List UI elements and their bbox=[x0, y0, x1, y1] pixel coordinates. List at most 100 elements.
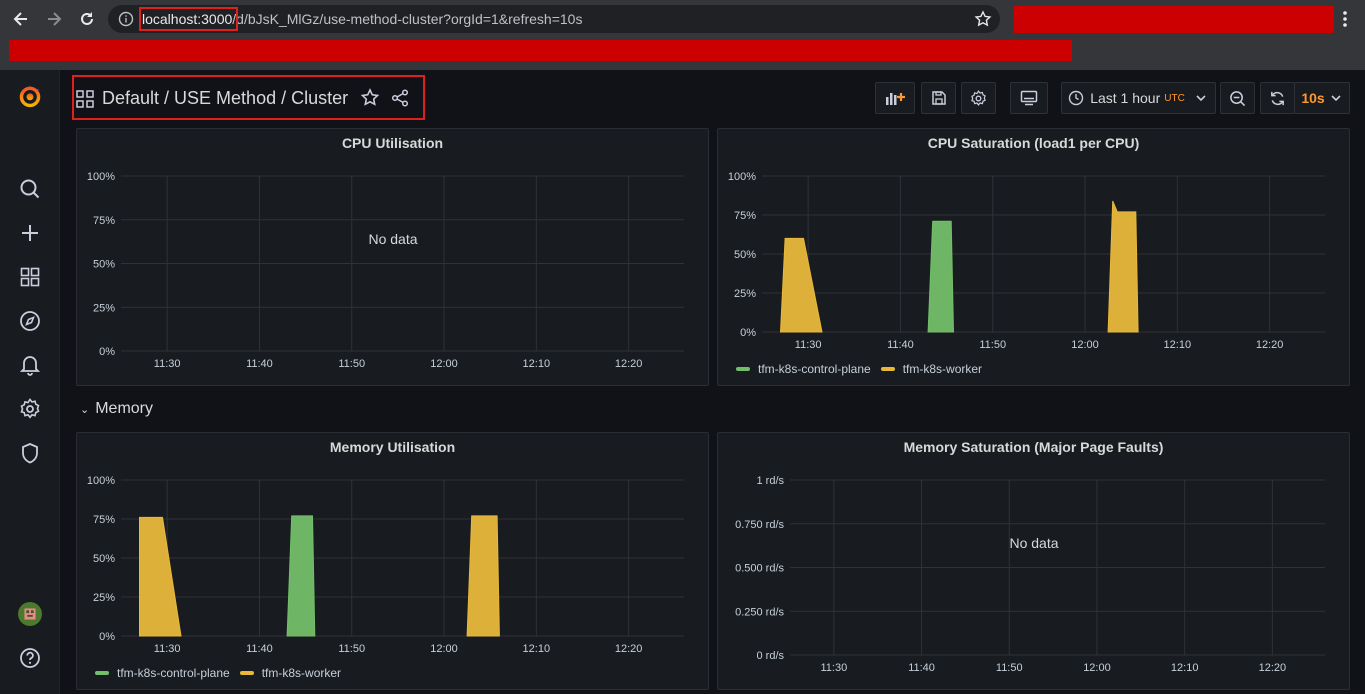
gear-icon bbox=[20, 398, 40, 419]
x-tick-label: 12:20 bbox=[1256, 339, 1284, 351]
y-tick-label: 100% bbox=[87, 171, 115, 183]
x-tick-label: 12:20 bbox=[1259, 662, 1287, 674]
x-tick-label: 11:30 bbox=[154, 643, 181, 655]
explore-nav[interactable] bbox=[18, 309, 42, 333]
x-tick-label: 12:10 bbox=[523, 358, 551, 370]
page-title[interactable]: Default / USE Method / Cluster bbox=[102, 88, 348, 109]
gear-icon bbox=[971, 89, 986, 106]
panel-memory-utilisation[interactable]: Memory Utilisation 100% 75% 50% 25% 0% 11:30 1… bbox=[76, 432, 709, 690]
chevron-down-icon bbox=[1331, 95, 1341, 102]
server-admin-nav[interactable] bbox=[18, 441, 42, 465]
y-tick-label: 1 rd/s bbox=[756, 475, 784, 487]
x-tick-label: 12:00 bbox=[1071, 339, 1099, 351]
series-area-tfm-k8s-worker bbox=[1107, 200, 1139, 333]
refresh-button[interactable] bbox=[1260, 82, 1295, 114]
monitor-icon bbox=[1020, 90, 1038, 106]
arrow-right-icon bbox=[48, 12, 62, 26]
x-tick-label: 12:10 bbox=[1171, 662, 1199, 674]
x-tick-label: 12:00 bbox=[430, 643, 458, 655]
redaction-bar bbox=[1014, 6, 1334, 33]
series-area-tfm-k8s-worker bbox=[139, 516, 182, 637]
y-tick-label: 0.250 rd/s bbox=[735, 606, 784, 618]
y-tick-label: 0.750 rd/s bbox=[735, 519, 784, 531]
address-bar[interactable]: localhost:3000/d/bJsK_MlGz/use-method-cl… bbox=[108, 5, 1000, 33]
row-title: Memory bbox=[95, 400, 153, 417]
y-tick-label: 100% bbox=[728, 171, 756, 183]
arrow-left-icon bbox=[13, 12, 27, 26]
bookmark-star-icon[interactable] bbox=[974, 10, 992, 28]
search-icon bbox=[20, 179, 40, 199]
dashboards-nav[interactable] bbox=[18, 265, 42, 289]
star-icon[interactable] bbox=[360, 88, 380, 108]
series-area-tfm-k8s-worker bbox=[466, 515, 500, 637]
x-tick-label: 11:40 bbox=[887, 339, 914, 351]
more-vert-icon[interactable] bbox=[1338, 8, 1352, 30]
legend-swatch bbox=[736, 367, 750, 371]
back-button[interactable] bbox=[10, 8, 32, 30]
x-tick-label: 12:20 bbox=[615, 643, 643, 655]
alerting-nav[interactable] bbox=[18, 353, 42, 377]
shield-icon bbox=[22, 443, 38, 464]
legend-item-control-plane[interactable]: tfm-k8s-control-plane bbox=[736, 362, 871, 376]
url-highlight-box bbox=[139, 7, 238, 31]
y-tick-label: 50% bbox=[93, 259, 115, 271]
panel-cpu-saturation[interactable]: CPU Saturation (load1 per CPU) 100% 75% 50… bbox=[717, 128, 1350, 386]
y-tick-label: 0% bbox=[99, 346, 115, 358]
sidebar bbox=[0, 70, 60, 694]
y-tick-label: 25% bbox=[734, 288, 756, 300]
x-tick-label: 12:00 bbox=[1083, 662, 1111, 674]
legend-swatch bbox=[239, 671, 254, 675]
panel-memory-saturation[interactable]: Memory Saturation (Major Page Faults) 1 … bbox=[717, 432, 1350, 690]
apps-icon bbox=[20, 267, 40, 287]
x-tick-label: 12:10 bbox=[523, 643, 551, 655]
cpu-utilisation-chart: 100% 75% 50% 25% 0% 11:30 11:40 11:50 12:00 12:10… bbox=[87, 171, 684, 370]
x-tick-label: 11:50 bbox=[338, 358, 365, 370]
chart-legend: tfm-k8s-control-plane tfm-k8s-worker bbox=[95, 666, 351, 680]
apps-icon bbox=[76, 90, 94, 108]
timezone-badge: UTC bbox=[1164, 92, 1185, 104]
x-tick-label: 12:20 bbox=[615, 358, 643, 370]
avatar-icon bbox=[18, 602, 42, 626]
legend-swatch bbox=[880, 367, 895, 371]
panel-cpu-utilisation[interactable]: CPU Utilisation 100% 75% 50% 25% 0% 11:30 11:4… bbox=[76, 128, 709, 386]
reload-icon bbox=[81, 12, 93, 25]
series-area-tfm-k8s-control-plane bbox=[286, 515, 316, 637]
x-tick-label: 11:30 bbox=[795, 339, 822, 351]
legend-label: tfm-k8s-control-plane bbox=[117, 666, 230, 680]
legend-item-control-plane[interactable]: tfm-k8s-control-plane bbox=[95, 666, 230, 680]
add-panel-icon bbox=[886, 93, 905, 105]
user-avatar[interactable] bbox=[18, 602, 42, 626]
y-tick-label: 100% bbox=[87, 475, 115, 487]
time-picker-button[interactable]: Last 1 hour UTC bbox=[1061, 82, 1216, 114]
configuration-nav[interactable] bbox=[18, 397, 42, 421]
chart-legend: tfm-k8s-control-plane tfm-k8s-worker bbox=[736, 362, 992, 376]
forward-button[interactable] bbox=[43, 8, 65, 30]
grafana-logo[interactable] bbox=[18, 84, 42, 108]
legend-swatch bbox=[95, 671, 109, 675]
help-nav[interactable] bbox=[18, 646, 42, 670]
legend-item-worker[interactable]: tfm-k8s-worker bbox=[880, 362, 982, 376]
reload-button[interactable] bbox=[76, 8, 98, 30]
grid: 100% 75% 50% 25% 0% 11:30 11:40 11:50 12:00 12:10… bbox=[87, 171, 684, 370]
create-nav[interactable] bbox=[18, 221, 42, 245]
save-dashboard-button[interactable] bbox=[921, 82, 956, 114]
refresh-interval-picker[interactable]: 10s bbox=[1294, 82, 1350, 114]
dashboard-settings-button[interactable] bbox=[961, 82, 996, 114]
y-tick-label: 25% bbox=[93, 592, 115, 604]
y-tick-label: 75% bbox=[734, 210, 756, 222]
search-nav[interactable] bbox=[18, 177, 42, 201]
legend-item-worker[interactable]: tfm-k8s-worker bbox=[239, 666, 341, 680]
zoom-out-button[interactable] bbox=[1220, 82, 1255, 114]
cycle-view-mode-button[interactable] bbox=[1010, 82, 1048, 114]
add-panel-button[interactable] bbox=[875, 82, 915, 114]
chevron-down-icon: ⌄ bbox=[80, 403, 90, 416]
y-tick-label: 75% bbox=[93, 514, 115, 526]
row-header-memory[interactable]: ⌄ Memory bbox=[80, 400, 153, 418]
question-circle-icon bbox=[20, 648, 40, 668]
y-tick-label: 0 rd/s bbox=[756, 650, 784, 662]
memory-utilisation-chart: 100% 75% 50% 25% 0% 11:30 11:40 11:50 12:00 12:10… bbox=[87, 475, 684, 655]
y-tick-label: 25% bbox=[93, 302, 115, 314]
bell-icon bbox=[20, 356, 40, 376]
share-icon[interactable] bbox=[390, 88, 410, 108]
y-tick-label: 0% bbox=[740, 327, 756, 339]
